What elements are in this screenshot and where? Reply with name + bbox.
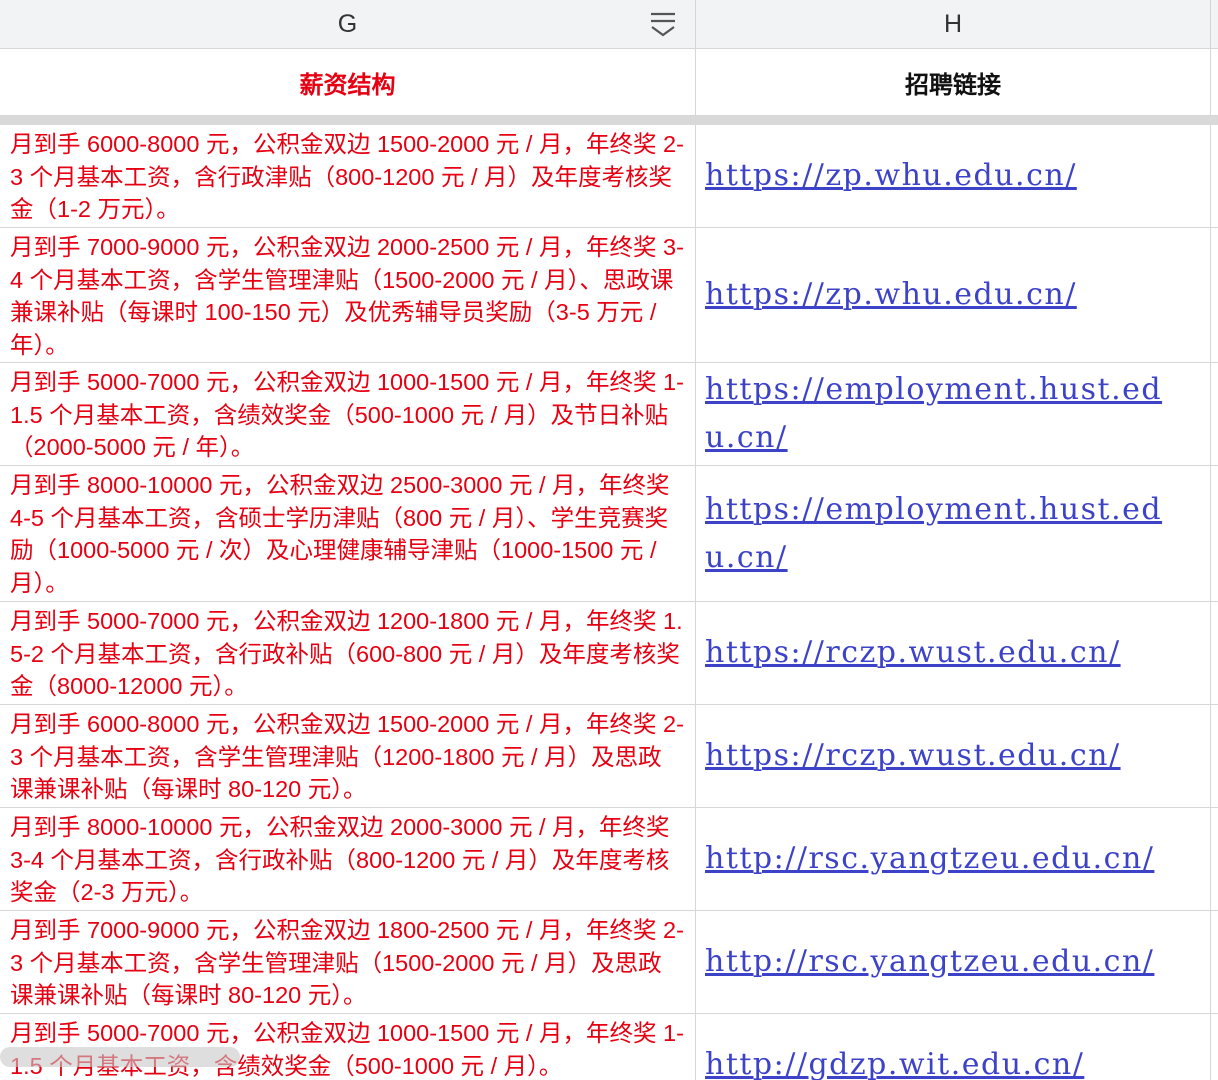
recruit-link[interactable]: https://employment.hust.edu.cn/ <box>705 486 1192 582</box>
salary-cell[interactable]: 月到手 5000-7000 元，公积金双边 1200-1800 元 / 月，年终… <box>0 602 696 704</box>
link-cell[interactable]: https://zp.whu.edu.cn/ <box>696 228 1211 362</box>
salary-cell[interactable]: 月到手 7000-9000 元，公积金双边 2000-2500 元 / 月，年终… <box>0 228 696 362</box>
table-row: 月到手 5000-7000 元，公积金双边 1000-1500 元 / 月，年终… <box>0 363 1218 466</box>
freeze-divider[interactable] <box>0 116 1218 125</box>
salary-cell[interactable]: 月到手 8000-10000 元，公积金双边 2000-3000 元 / 月，年… <box>0 808 696 910</box>
link-cell[interactable]: http://rsc.yangtzeu.edu.cn/ <box>696 911 1211 1013</box>
column-header-g-label: G <box>337 9 358 38</box>
table-row: 月到手 8000-10000 元，公积金双边 2000-3000 元 / 月，年… <box>0 808 1218 911</box>
header-row: 薪资结构 招聘链接 <box>0 49 1218 116</box>
table-row: 月到手 8000-10000 元，公积金双边 2500-3000 元 / 月，年… <box>0 466 1218 602</box>
table-row: 月到手 7000-9000 元，公积金双边 2000-2500 元 / 月，年终… <box>0 228 1218 363</box>
data-rows: 月到手 6000-8000 元，公积金双边 1500-2000 元 / 月，年终… <box>0 125 1218 1080</box>
column-header-g[interactable]: G <box>0 0 696 48</box>
table-row: 月到手 6000-8000 元，公积金双边 1500-2000 元 / 月，年终… <box>0 705 1218 808</box>
recruit-link[interactable]: https://rczp.wust.edu.cn/ <box>705 629 1121 677</box>
recruit-link[interactable]: https://zp.whu.edu.cn/ <box>705 152 1077 200</box>
header-cell-salary[interactable]: 薪资结构 <box>0 49 696 115</box>
link-cell[interactable]: http://gdzp.wit.edu.cn/ <box>696 1014 1211 1080</box>
column-header-bar: G H <box>0 0 1218 49</box>
salary-cell[interactable]: 月到手 8000-10000 元，公积金双边 2500-3000 元 / 月，年… <box>0 466 696 601</box>
spreadsheet-grid: G H 薪资结构 招聘链接 月到手 6000-8000 元，公积金双边 1500… <box>0 0 1218 1080</box>
recruit-link[interactable]: https://rczp.wust.edu.cn/ <box>705 732 1121 780</box>
link-cell[interactable]: https://employment.hust.edu.cn/ <box>696 363 1211 465</box>
table-row: 月到手 5000-7000 元，公积金双边 1200-1800 元 / 月，年终… <box>0 602 1218 705</box>
column-header-h[interactable]: H <box>696 0 1211 48</box>
recruit-link[interactable]: http://gdzp.wit.edu.cn/ <box>705 1041 1084 1080</box>
horizontal-scrollbar[interactable] <box>0 1047 240 1067</box>
salary-cell[interactable]: 月到手 6000-8000 元，公积金双边 1500-2000 元 / 月，年终… <box>0 125 696 227</box>
recruit-link[interactable]: https://zp.whu.edu.cn/ <box>705 271 1077 319</box>
link-cell[interactable]: https://employment.hust.edu.cn/ <box>696 466 1211 601</box>
salary-cell[interactable]: 月到手 7000-9000 元，公积金双边 1800-2500 元 / 月，年终… <box>0 911 696 1013</box>
link-cell[interactable]: https://rczp.wust.edu.cn/ <box>696 705 1211 807</box>
recruit-link[interactable]: http://rsc.yangtzeu.edu.cn/ <box>705 938 1154 986</box>
link-cell[interactable]: http://rsc.yangtzeu.edu.cn/ <box>696 808 1211 910</box>
salary-cell[interactable]: 月到手 5000-7000 元，公积金双边 1000-1500 元 / 月，年终… <box>0 363 696 465</box>
column-header-h-label: H <box>943 9 963 38</box>
salary-cell[interactable]: 月到手 6000-8000 元，公积金双边 1500-2000 元 / 月，年终… <box>0 705 696 807</box>
header-cell-link[interactable]: 招聘链接 <box>696 49 1211 115</box>
filter-icon[interactable] <box>647 7 679 39</box>
recruit-link[interactable]: http://rsc.yangtzeu.edu.cn/ <box>705 835 1154 883</box>
table-row: 月到手 7000-9000 元，公积金双边 1800-2500 元 / 月，年终… <box>0 911 1218 1014</box>
table-row: 月到手 6000-8000 元，公积金双边 1500-2000 元 / 月，年终… <box>0 125 1218 228</box>
link-cell[interactable]: https://rczp.wust.edu.cn/ <box>696 602 1211 704</box>
link-cell[interactable]: https://zp.whu.edu.cn/ <box>696 125 1211 227</box>
recruit-link[interactable]: https://employment.hust.edu.cn/ <box>705 366 1192 462</box>
